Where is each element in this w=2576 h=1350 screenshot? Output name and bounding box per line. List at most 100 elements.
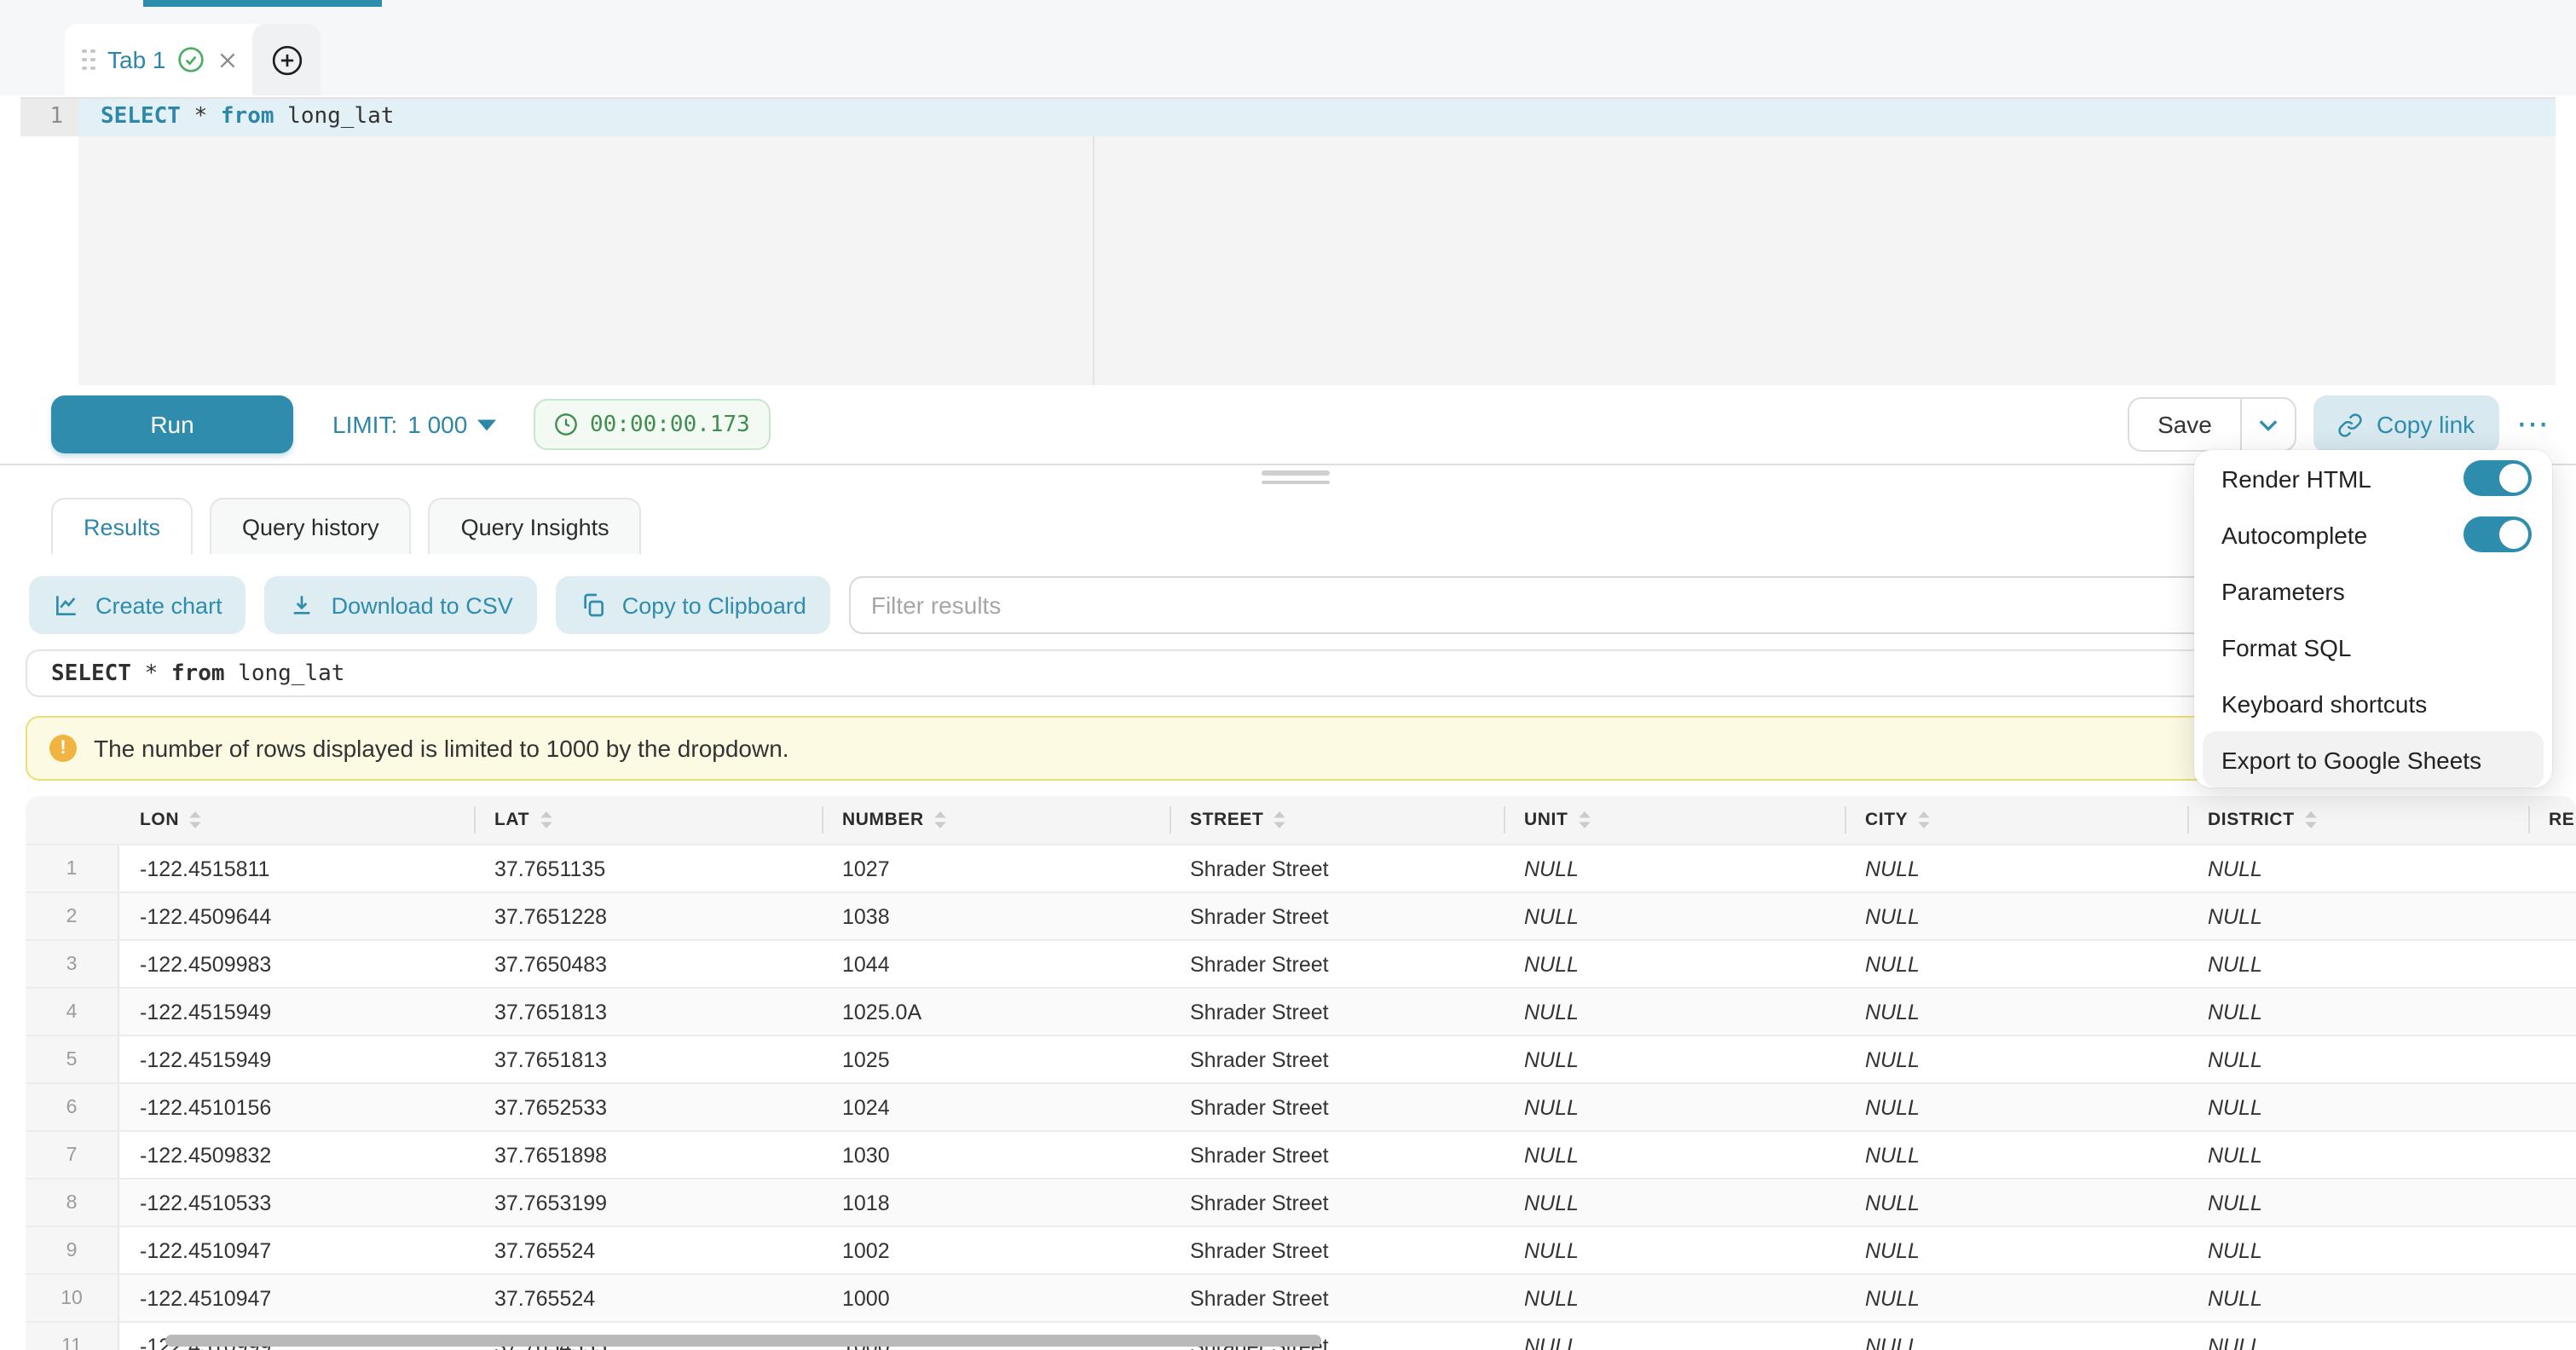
results-tab-query-history[interactable]: Query history — [210, 498, 412, 554]
pane-resize-handle[interactable] — [1262, 470, 1330, 489]
menu-item-parameters[interactable]: Parameters — [2194, 562, 2552, 619]
cell-unit: NULL — [1504, 989, 1845, 1035]
cell-lat: 37.7651135 — [474, 845, 822, 891]
cell-street: Shrader Street — [1170, 941, 1504, 987]
cell-district: NULL — [2187, 1275, 2528, 1321]
menu-item-autocomplete[interactable]: Autocomplete — [2194, 506, 2552, 562]
cell-city: NULL — [1845, 1036, 2187, 1082]
editor-tab-bar: Tab 1 — [0, 0, 2576, 95]
column-header-lat[interactable]: LAT — [474, 796, 822, 844]
run-button[interactable]: Run — [51, 395, 293, 453]
cell-re — [2528, 989, 2576, 1035]
menu-item-format-sql[interactable]: Format SQL — [2194, 619, 2552, 675]
column-header-city[interactable]: CITY — [1845, 796, 2187, 844]
sql-code-line[interactable]: SELECT * from long_lat — [78, 99, 2556, 136]
cell-district: NULL — [2187, 1180, 2528, 1226]
toggle-on[interactable] — [2463, 516, 2532, 552]
menu-item-keyboard-shortcuts[interactable]: Keyboard shortcuts — [2194, 675, 2552, 731]
table-header-row: LONLATNUMBER STREET UNIT CITYDISTRICTRE — [26, 796, 2576, 844]
cell-street: Shrader Street — [1170, 845, 1504, 891]
save-options-button[interactable] — [2240, 397, 2296, 452]
cell-re — [2528, 1323, 2576, 1350]
download-to-csv-button[interactable]: Download to CSV — [265, 576, 537, 634]
editor-print-margin — [1093, 136, 1095, 385]
cell-number: 1038 — [822, 893, 1170, 939]
results-tab-results[interactable]: Results — [51, 498, 193, 554]
cell-district: NULL — [2187, 1227, 2528, 1273]
cell-city: NULL — [1845, 1227, 2187, 1273]
create-chart-button[interactable]: Create chart — [29, 576, 246, 634]
column-label: STREET — [1190, 810, 1263, 830]
copy-link-button[interactable]: Copy link — [2313, 395, 2498, 453]
query-timer-badge: 00:00:00.173 — [534, 399, 771, 450]
cell-street: Shrader Street — [1170, 1275, 1504, 1321]
column-label: UNIT — [1524, 810, 1568, 830]
menu-item-render-html[interactable]: Render HTML — [2194, 450, 2552, 506]
sort-icon[interactable] — [1274, 811, 1285, 828]
cell-re — [2528, 1180, 2576, 1226]
sort-icon[interactable] — [1918, 811, 1930, 828]
column-header-number[interactable]: NUMBER — [822, 796, 1170, 844]
sort-icon[interactable] — [1578, 811, 1590, 828]
sort-icon[interactable] — [2305, 811, 2317, 828]
copy-to-clipboard-button[interactable]: Copy to Clipboard — [556, 576, 830, 634]
row-number-cell: 3 — [26, 941, 119, 987]
editor-active-line[interactable]: 1 SELECT * from long_lat — [20, 99, 2556, 136]
cell-unit: NULL — [1504, 1227, 1845, 1273]
close-icon[interactable] — [217, 49, 240, 71]
cell-lon: -122.4515811 — [119, 845, 474, 891]
add-tab-button[interactable] — [252, 24, 321, 95]
cell-city: NULL — [1845, 989, 2187, 1035]
cell-district: NULL — [2187, 1323, 2528, 1350]
cell-lat: 37.7651228 — [474, 893, 822, 939]
drag-handle-icon[interactable] — [82, 49, 95, 71]
column-header-re[interactable]: RE — [2528, 796, 2576, 844]
chevron-down-icon — [2259, 418, 2278, 430]
cell-re — [2528, 1275, 2576, 1321]
cell-district: NULL — [2187, 1036, 2528, 1082]
sort-icon[interactable] — [540, 811, 552, 828]
cell-number: 1044 — [822, 941, 1170, 987]
button-label: Copy to Clipboard — [622, 592, 806, 618]
chart-icon — [53, 591, 80, 619]
cell-district: NULL — [2187, 893, 2528, 939]
results-tab-bar: Results Query history Query Insights — [51, 498, 642, 554]
cell-number: 1018 — [822, 1180, 1170, 1226]
cell-lon: -122.4509644 — [119, 893, 474, 939]
table-row: 8-122.451053337.76531991018Shrader Stree… — [26, 1178, 2576, 1226]
more-options-button[interactable]: ⋯ — [2499, 395, 2567, 453]
cell-lon: -122.4515949 — [119, 989, 474, 1035]
column-header-district[interactable]: DISTRICT — [2187, 796, 2528, 844]
cell-unit: NULL — [1504, 1084, 1845, 1130]
sort-icon[interactable] — [934, 811, 946, 828]
app-viewport: Tab 1 1 SELECT * from long_lat Run LIMIT… — [0, 0, 2576, 1350]
tab-1[interactable]: Tab 1 — [65, 24, 269, 95]
sql-editor[interactable]: 1 SELECT * from long_lat — [20, 97, 2556, 387]
limit-dropdown[interactable]: LIMIT: 1 000 — [332, 395, 496, 453]
warning-text: The number of rows displayed is limited … — [94, 735, 789, 762]
more-options-menu: Render HTML AutocompleteParametersFormat … — [2194, 450, 2552, 788]
results-toolbar: Create chart Download to CSV Copy to Clipb… — [29, 576, 2552, 634]
cell-unit: NULL — [1504, 1132, 1845, 1178]
menu-item-export-to-google-sheets[interactable]: Export to Google Sheets — [2203, 731, 2544, 788]
cell-city: NULL — [1845, 1180, 2187, 1226]
cell-re — [2528, 941, 2576, 987]
timer-value: 00:00:00.173 — [590, 412, 750, 437]
horizontal-scrollbar[interactable] — [165, 1335, 1321, 1347]
cell-lat: 37.765524 — [474, 1275, 822, 1321]
cell-re — [2528, 845, 2576, 891]
save-button[interactable]: Save — [2128, 397, 2240, 452]
cell-lon: -122.4509832 — [119, 1132, 474, 1178]
cell-unit: NULL — [1504, 1180, 1845, 1226]
column-header-street[interactable]: STREET — [1170, 796, 1504, 844]
cell-district: NULL — [2187, 845, 2528, 891]
sort-icon[interactable] — [189, 811, 201, 828]
row-number-cell: 10 — [26, 1275, 119, 1321]
cell-city: NULL — [1845, 893, 2187, 939]
column-header-lon[interactable]: LON — [119, 796, 474, 844]
column-header-unit[interactable]: UNIT — [1504, 796, 1845, 844]
menu-item-label: Render HTML — [2221, 464, 2371, 492]
results-tab-query-insights[interactable]: Query Insights — [429, 498, 642, 554]
toggle-on[interactable] — [2463, 460, 2532, 496]
cell-city: NULL — [1845, 1132, 2187, 1178]
